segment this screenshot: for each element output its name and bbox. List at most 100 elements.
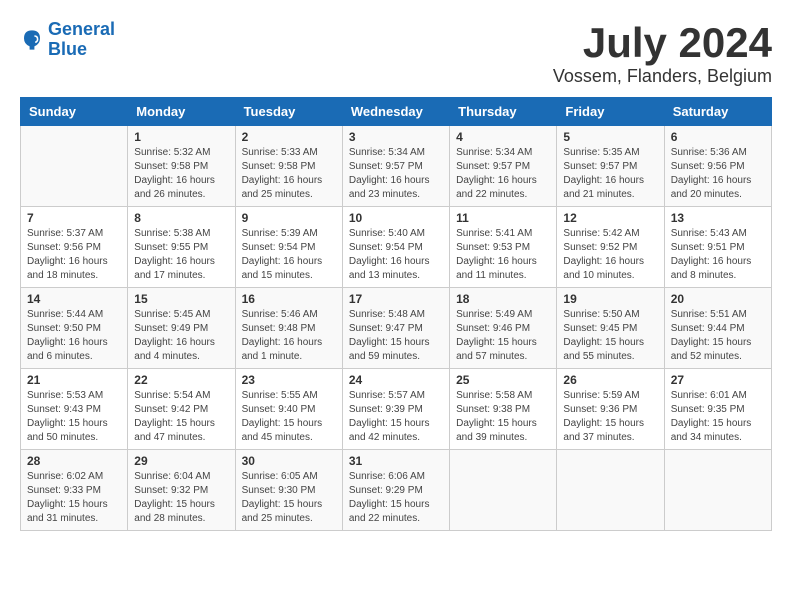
- day-info: Sunrise: 5:32 AM Sunset: 9:58 PM Dayligh…: [134, 146, 228, 202]
- day-info: Sunrise: 5:59 AM Sunset: 9:36 PM Dayligh…: [563, 389, 657, 445]
- day-info: Sunrise: 5:41 AM Sunset: 9:53 PM Dayligh…: [456, 227, 550, 283]
- calendar-cell: 31Sunrise: 6:06 AM Sunset: 9:29 PM Dayli…: [342, 450, 449, 531]
- day-number: 3: [349, 130, 443, 144]
- weekday-header: Wednesday: [342, 98, 449, 126]
- day-number: 17: [349, 292, 443, 306]
- day-info: Sunrise: 5:45 AM Sunset: 9:49 PM Dayligh…: [134, 308, 228, 364]
- calendar-cell: [664, 450, 771, 531]
- calendar-cell: 28 Sunrise: 6:02 AM Sunset: 9:33 PM Dayli…: [21, 450, 128, 531]
- calendar-cell: 14 Sunrise: 5:44 AM Sunset: 9:50 PM Dayli…: [21, 288, 128, 369]
- day-number: 5: [563, 130, 657, 144]
- day-number: 24: [349, 373, 443, 387]
- calendar-cell: 22Sunrise: 5:54 AM Sunset: 9:42 PM Dayli…: [128, 369, 235, 450]
- calendar-cell: 23 Sunrise: 5:55 AM Sunset: 9:40 PM Dayli…: [235, 369, 342, 450]
- logo: General Blue: [20, 20, 115, 60]
- calendar-cell: 7 Sunrise: 5:37 AM Sunset: 9:56 PM Daylig…: [21, 207, 128, 288]
- calendar-cell: 24 Sunrise: 5:57 AM Sunset: 9:39 PM Dayli…: [342, 369, 449, 450]
- calendar-table: SundayMondayTuesdayWednesdayThursdayFrid…: [20, 97, 772, 531]
- month-title: July 2024: [553, 20, 772, 66]
- day-number: 2: [242, 130, 336, 144]
- day-info: Sunrise: 5:33 AM Sunset: 9:58 PM Dayligh…: [242, 146, 336, 202]
- calendar-cell: 3 Sunrise: 5:34 AM Sunset: 9:57 PM Daylig…: [342, 126, 449, 207]
- day-info: Sunrise: 5:50 AM Sunset: 9:45 PM Dayligh…: [563, 308, 657, 364]
- day-info: Sunrise: 5:49 AM Sunset: 9:46 PM Dayligh…: [456, 308, 550, 364]
- calendar-cell: 2 Sunrise: 5:33 AM Sunset: 9:58 PM Daylig…: [235, 126, 342, 207]
- day-number: 27: [671, 373, 765, 387]
- weekday-row: SundayMondayTuesdayWednesdayThursdayFrid…: [21, 98, 772, 126]
- logo-text: General Blue: [48, 20, 115, 60]
- day-info: Sunrise: 5:51 AM Sunset: 9:44 PM Dayligh…: [671, 308, 765, 364]
- title-block: July 2024 Vossem, Flanders, Belgium: [553, 20, 772, 87]
- day-info: Sunrise: 5:48 AM Sunset: 9:47 PM Dayligh…: [349, 308, 443, 364]
- calendar-cell: 16 Sunrise: 5:46 AM Sunset: 9:48 PM Dayli…: [235, 288, 342, 369]
- weekday-header: Tuesday: [235, 98, 342, 126]
- calendar-cell: 11 Sunrise: 5:41 AM Sunset: 9:53 PM Dayli…: [450, 207, 557, 288]
- day-number: 22: [134, 373, 228, 387]
- day-number: 14: [27, 292, 121, 306]
- calendar-cell: [450, 450, 557, 531]
- day-number: 20: [671, 292, 765, 306]
- calendar-week-row: 14 Sunrise: 5:44 AM Sunset: 9:50 PM Dayli…: [21, 288, 772, 369]
- weekday-header: Friday: [557, 98, 664, 126]
- day-info: Sunrise: 5:34 AM Sunset: 9:57 PM Dayligh…: [349, 146, 443, 202]
- day-info: Sunrise: 6:04 AM Sunset: 9:32 PM Dayligh…: [134, 470, 228, 526]
- day-number: 15: [134, 292, 228, 306]
- location-title: Vossem, Flanders, Belgium: [553, 66, 772, 87]
- day-info: Sunrise: 5:55 AM Sunset: 9:40 PM Dayligh…: [242, 389, 336, 445]
- day-number: 29: [134, 454, 228, 468]
- calendar-body: 1 Sunrise: 5:32 AM Sunset: 9:58 PM Daylig…: [21, 126, 772, 531]
- calendar-header: SundayMondayTuesdayWednesdayThursdayFrid…: [21, 98, 772, 126]
- day-info: Sunrise: 5:44 AM Sunset: 9:50 PM Dayligh…: [27, 308, 121, 364]
- day-info: Sunrise: 5:40 AM Sunset: 9:54 PM Dayligh…: [349, 227, 443, 283]
- day-number: 10: [349, 211, 443, 225]
- day-info: Sunrise: 5:36 AM Sunset: 9:56 PM Dayligh…: [671, 146, 765, 202]
- weekday-header: Saturday: [664, 98, 771, 126]
- day-info: Sunrise: 5:57 AM Sunset: 9:39 PM Dayligh…: [349, 389, 443, 445]
- day-info: Sunrise: 6:01 AM Sunset: 9:35 PM Dayligh…: [671, 389, 765, 445]
- day-number: 13: [671, 211, 765, 225]
- day-info: Sunrise: 6:02 AM Sunset: 9:33 PM Dayligh…: [27, 470, 121, 526]
- calendar-cell: 25 Sunrise: 5:58 AM Sunset: 9:38 PM Dayli…: [450, 369, 557, 450]
- day-number: 9: [242, 211, 336, 225]
- calendar-cell: 1 Sunrise: 5:32 AM Sunset: 9:58 PM Daylig…: [128, 126, 235, 207]
- calendar-cell: 4Sunrise: 5:34 AM Sunset: 9:57 PM Daylig…: [450, 126, 557, 207]
- day-number: 26: [563, 373, 657, 387]
- calendar-cell: 18 Sunrise: 5:49 AM Sunset: 9:46 PM Dayli…: [450, 288, 557, 369]
- day-number: 30: [242, 454, 336, 468]
- day-number: 23: [242, 373, 336, 387]
- calendar-cell: 19 Sunrise: 5:50 AM Sunset: 9:45 PM Dayli…: [557, 288, 664, 369]
- day-number: 11: [456, 211, 550, 225]
- calendar-cell: 20 Sunrise: 5:51 AM Sunset: 9:44 PM Dayli…: [664, 288, 771, 369]
- logo-general: General: [48, 19, 115, 39]
- day-number: 4: [456, 130, 550, 144]
- day-info: Sunrise: 5:38 AM Sunset: 9:55 PM Dayligh…: [134, 227, 228, 283]
- calendar-cell: 26 Sunrise: 5:59 AM Sunset: 9:36 PM Dayli…: [557, 369, 664, 450]
- calendar-cell: 15 Sunrise: 5:45 AM Sunset: 9:49 PM Dayli…: [128, 288, 235, 369]
- calendar-cell: 9 Sunrise: 5:39 AM Sunset: 9:54 PM Daylig…: [235, 207, 342, 288]
- weekday-header: Monday: [128, 98, 235, 126]
- day-number: 19: [563, 292, 657, 306]
- day-number: 25: [456, 373, 550, 387]
- day-number: 1: [134, 130, 228, 144]
- calendar-week-row: 21Sunrise: 5:53 AM Sunset: 9:43 PM Dayli…: [21, 369, 772, 450]
- day-info: Sunrise: 5:46 AM Sunset: 9:48 PM Dayligh…: [242, 308, 336, 364]
- day-number: 7: [27, 211, 121, 225]
- day-number: 28: [27, 454, 121, 468]
- calendar-cell: 27 Sunrise: 6:01 AM Sunset: 9:35 PM Dayli…: [664, 369, 771, 450]
- day-info: Sunrise: 5:58 AM Sunset: 9:38 PM Dayligh…: [456, 389, 550, 445]
- day-number: 6: [671, 130, 765, 144]
- day-number: 21: [27, 373, 121, 387]
- calendar-cell: 13Sunrise: 5:43 AM Sunset: 9:51 PM Dayli…: [664, 207, 771, 288]
- day-number: 31: [349, 454, 443, 468]
- day-info: Sunrise: 5:37 AM Sunset: 9:56 PM Dayligh…: [27, 227, 121, 283]
- day-number: 12: [563, 211, 657, 225]
- day-info: Sunrise: 5:39 AM Sunset: 9:54 PM Dayligh…: [242, 227, 336, 283]
- day-info: Sunrise: 5:42 AM Sunset: 9:52 PM Dayligh…: [563, 227, 657, 283]
- day-number: 18: [456, 292, 550, 306]
- calendar-week-row: 28 Sunrise: 6:02 AM Sunset: 9:33 PM Dayli…: [21, 450, 772, 531]
- day-number: 16: [242, 292, 336, 306]
- weekday-header: Sunday: [21, 98, 128, 126]
- calendar-cell: 21Sunrise: 5:53 AM Sunset: 9:43 PM Dayli…: [21, 369, 128, 450]
- calendar-cell: 8Sunrise: 5:38 AM Sunset: 9:55 PM Daylig…: [128, 207, 235, 288]
- calendar-week-row: 1 Sunrise: 5:32 AM Sunset: 9:58 PM Daylig…: [21, 126, 772, 207]
